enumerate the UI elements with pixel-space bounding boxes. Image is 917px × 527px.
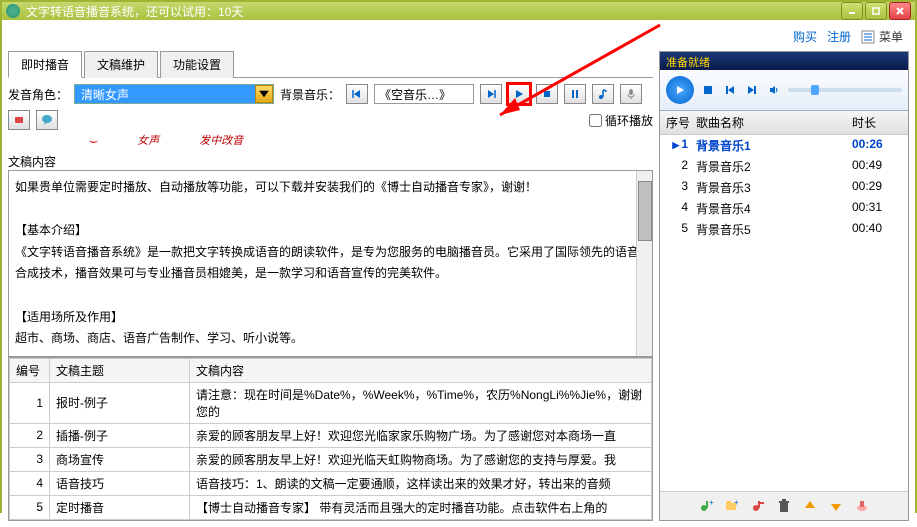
- maximize-button[interactable]: [865, 2, 887, 20]
- voice-hint-2: 发中改音: [199, 132, 243, 149]
- tab-script-maintenance[interactable]: 文稿维护: [84, 51, 158, 78]
- table-row[interactable]: 1报时-例子请注意：现在时间是%Date%，%Week%，%Time%，农历%N…: [10, 382, 652, 423]
- content-scrollbar[interactable]: [636, 171, 652, 356]
- script-table: 编号 文稿主题 文稿内容 1报时-例子请注意：现在时间是%Date%，%Week…: [8, 357, 653, 521]
- bg-next-button[interactable]: [480, 84, 502, 104]
- svg-text:+: +: [709, 498, 714, 507]
- pause-button[interactable]: [564, 84, 586, 104]
- bg-music-input[interactable]: [374, 84, 474, 104]
- playlist-col-duration[interactable]: 时长: [852, 114, 908, 131]
- voice-hint-1: 女声: [137, 132, 159, 149]
- titlebar: 文字转语音播音系统，还可以试用：10天: [2, 2, 915, 20]
- loop-label: 循环播放: [605, 112, 653, 129]
- playlist-col-name[interactable]: 歌曲名称: [696, 114, 852, 131]
- stop-button[interactable]: [536, 84, 558, 104]
- playlist-row[interactable]: 5背景音乐500:40: [660, 219, 908, 240]
- minimize-button[interactable]: [841, 2, 863, 20]
- music-note-button[interactable]: [592, 84, 614, 104]
- playlist-row[interactable]: 1背景音乐100:26: [660, 135, 908, 156]
- player-prev-button[interactable]: [722, 82, 738, 98]
- voice-role-dropdown-button[interactable]: [255, 85, 273, 103]
- playlist-row[interactable]: 4背景音乐400:31: [660, 198, 908, 219]
- content-label: 文稿内容: [8, 153, 653, 170]
- window-title: 文字转语音播音系统，还可以试用：10天: [26, 3, 841, 20]
- tab-function-settings[interactable]: 功能设置: [160, 51, 234, 78]
- table-row[interactable]: 5定时播音【博士自动播音专家】 带有灵活而且强大的定时播音功能。点击软件右上角的: [10, 495, 652, 519]
- tab-bar: 即时播音 文稿维护 功能设置: [8, 51, 653, 78]
- player-volume-icon[interactable]: [766, 82, 782, 98]
- content-textarea[interactable]: 如果贵单位需要定时播放、自动播放等功能，可以下载并安装我们的《博士自动播音专家》…: [8, 170, 653, 357]
- menu-button[interactable]: 菜单: [861, 28, 903, 45]
- table-row[interactable]: 2插播-例子亲爱的顾客朋友早上好！欢迎您光临家家乐购物广场。为了感谢您对本商场一…: [10, 423, 652, 447]
- col-content[interactable]: 文稿内容: [190, 358, 652, 382]
- tab-instant-broadcast[interactable]: 即时播音: [8, 51, 82, 78]
- menu-icon: [861, 30, 875, 44]
- player-play-button[interactable]: [666, 76, 694, 104]
- chat-button[interactable]: [36, 110, 58, 130]
- content-text: 如果贵单位需要定时播放、自动播放等功能，可以下载并安装我们的《博士自动播音专家》…: [15, 177, 646, 350]
- volume-slider[interactable]: [788, 88, 902, 92]
- voice-role-label: 发音角色：: [8, 86, 68, 103]
- playlist-row[interactable]: 3背景音乐300:29: [660, 177, 908, 198]
- bg-prev-button[interactable]: [346, 84, 368, 104]
- mic-button[interactable]: [620, 84, 642, 104]
- playlist-col-num[interactable]: 序号: [660, 114, 696, 131]
- col-num[interactable]: 编号: [10, 358, 50, 382]
- close-button[interactable]: [889, 2, 911, 20]
- voice-hint-smile: ⌣: [88, 132, 97, 149]
- register-link[interactable]: 注册: [827, 28, 851, 45]
- player-stop-button[interactable]: [700, 82, 716, 98]
- play-button[interactable]: [508, 84, 530, 104]
- app-icon: [6, 4, 20, 18]
- bg-music-label: 背景音乐：: [280, 86, 340, 103]
- buy-link[interactable]: 购买: [793, 28, 817, 45]
- menu-label: 菜单: [879, 28, 903, 45]
- svg-text:+: +: [734, 498, 739, 507]
- player-status: 准备就绪: [660, 52, 908, 70]
- col-title[interactable]: 文稿主题: [50, 358, 190, 382]
- table-row[interactable]: 3商场宣传亲爱的顾客朋友早上好！欢迎光临天虹购物商场。为了感谢您的支持与厚爱。我: [10, 447, 652, 471]
- playlist-row[interactable]: 2背景音乐200:49: [660, 156, 908, 177]
- player-next-button[interactable]: [744, 82, 760, 98]
- loop-checkbox[interactable]: [589, 114, 602, 127]
- voice-role-value: 清晰女声: [75, 86, 255, 103]
- voice-role-dropdown[interactable]: 清晰女声: [74, 84, 274, 104]
- table-row[interactable]: 4语音技巧语音技巧：1、朗读的文稿一定要通顺，这样读出来的效果才好，转出来的音频: [10, 471, 652, 495]
- record-button[interactable]: [8, 110, 30, 130]
